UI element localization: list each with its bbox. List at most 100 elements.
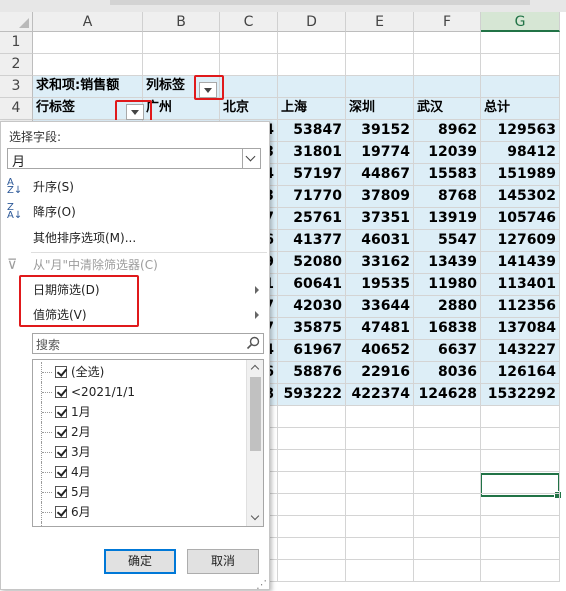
- pivot-value-cell[interactable]: 126164: [481, 362, 560, 384]
- cell-b1[interactable]: [143, 32, 220, 54]
- sort-ascending-item[interactable]: A Z↓ 升序(S): [1, 176, 269, 198]
- filter-list-item[interactable]: 2月: [33, 422, 245, 442]
- row-header-2[interactable]: 2: [0, 54, 33, 76]
- cell-e1[interactable]: [346, 32, 414, 54]
- pivot-value-cell[interactable]: 422374: [346, 384, 414, 406]
- cancel-button[interactable]: 取消: [187, 549, 259, 574]
- pivot-value-cell[interactable]: 58876: [278, 362, 346, 384]
- pivot-value-cell[interactable]: 98412: [481, 142, 560, 164]
- pivot-value-cell[interactable]: 42030: [278, 296, 346, 318]
- empty-cell[interactable]: [278, 516, 346, 538]
- empty-cell[interactable]: [414, 516, 481, 538]
- pivot-header-guangzhou[interactable]: 广州: [143, 98, 220, 120]
- pivot-value-cell[interactable]: 129563: [481, 120, 560, 142]
- empty-cell[interactable]: [346, 406, 414, 428]
- pivot-value-cell[interactable]: 143227: [481, 340, 560, 362]
- empty-cell[interactable]: [278, 406, 346, 428]
- checkbox-checked-icon[interactable]: [55, 386, 67, 398]
- checkbox-checked-icon[interactable]: [55, 506, 67, 518]
- scroll-up-icon[interactable]: [247, 360, 263, 376]
- checkbox-checked-icon[interactable]: [55, 526, 67, 527]
- column-label-filter-button[interactable]: [199, 82, 217, 98]
- row-header-3[interactable]: 3: [0, 76, 33, 98]
- pivot-value-cell[interactable]: 124628: [414, 384, 481, 406]
- cell-g2[interactable]: [481, 54, 560, 76]
- date-filter-item[interactable]: 日期筛选(D): [1, 279, 269, 301]
- empty-cell[interactable]: [414, 428, 481, 450]
- pivot-value-cell[interactable]: 13919: [414, 208, 481, 230]
- cell-c1[interactable]: [220, 32, 278, 54]
- more-sort-options-item[interactable]: 其他排序选项(M)...: [1, 227, 269, 249]
- empty-cell[interactable]: [481, 406, 560, 428]
- column-header-d[interactable]: D: [278, 12, 346, 32]
- pivot-header-shenzhen[interactable]: 深圳: [346, 98, 414, 120]
- cell-d3[interactable]: [278, 76, 346, 98]
- filter-list-item[interactable]: 4月: [33, 462, 245, 482]
- pivot-value-cell[interactable]: 8962: [414, 120, 481, 142]
- empty-cell[interactable]: [278, 472, 346, 494]
- pivot-value-cell[interactable]: 112356: [481, 296, 560, 318]
- pivot-value-cell[interactable]: 1532292: [481, 384, 560, 406]
- empty-cell[interactable]: [414, 494, 481, 516]
- filter-list-item[interactable]: <2021/1/1: [33, 382, 245, 402]
- checkbox-checked-icon[interactable]: [55, 466, 67, 478]
- list-scrollbar[interactable]: [246, 360, 263, 526]
- pivot-value-cell[interactable]: 8036: [414, 362, 481, 384]
- pivot-value-cell[interactable]: 46031: [346, 230, 414, 252]
- scroll-down-icon[interactable]: [247, 510, 263, 526]
- pivot-value-cell[interactable]: 19535: [346, 274, 414, 296]
- empty-cell[interactable]: [414, 472, 481, 494]
- cell-a1[interactable]: [33, 32, 143, 54]
- empty-cell[interactable]: [346, 494, 414, 516]
- filter-list-item[interactable]: 5月: [33, 482, 245, 502]
- empty-cell[interactable]: [346, 538, 414, 560]
- cell-f2[interactable]: [414, 54, 481, 76]
- cell-d2[interactable]: [278, 54, 346, 76]
- cell-c2[interactable]: [220, 54, 278, 76]
- field-select-dropdown[interactable]: 月: [7, 148, 261, 170]
- column-header-g[interactable]: G: [481, 12, 560, 32]
- pivot-header-shanghai[interactable]: 上海: [278, 98, 346, 120]
- empty-cell[interactable]: [481, 450, 560, 472]
- pivot-value-cell[interactable]: 5547: [414, 230, 481, 252]
- filter-list-item[interactable]: (全选): [33, 362, 245, 382]
- pivot-value-cell[interactable]: 53847: [278, 120, 346, 142]
- empty-cell[interactable]: [346, 450, 414, 472]
- pivot-value-cell[interactable]: 141439: [481, 252, 560, 274]
- cell-f3[interactable]: [414, 76, 481, 98]
- pivot-value-cell[interactable]: 11980: [414, 274, 481, 296]
- sort-descending-item[interactable]: Z A↓ 降序(O): [1, 201, 269, 223]
- chevron-down-icon[interactable]: [242, 149, 260, 168]
- row-header-4[interactable]: 4: [0, 98, 33, 120]
- pivot-value-cell[interactable]: 40652: [346, 340, 414, 362]
- pivot-value-cell[interactable]: 8768: [414, 186, 481, 208]
- cell-e2[interactable]: [346, 54, 414, 76]
- filter-list-item[interactable]: 1月: [33, 402, 245, 422]
- empty-cell[interactable]: [346, 428, 414, 450]
- cell-g3[interactable]: [481, 76, 560, 98]
- filter-list-item[interactable]: 6月: [33, 502, 245, 522]
- pivot-header-total[interactable]: 总计: [481, 98, 560, 120]
- scroll-thumb[interactable]: [250, 377, 261, 451]
- checkbox-checked-icon[interactable]: [55, 486, 67, 498]
- pivot-value-cell[interactable]: 12039: [414, 142, 481, 164]
- empty-cell[interactable]: [278, 538, 346, 560]
- pivot-header-wuhan[interactable]: 武汉: [414, 98, 481, 120]
- filter-search-input[interactable]: 搜索: [32, 333, 264, 354]
- empty-cell[interactable]: [481, 472, 560, 494]
- clear-filter-item[interactable]: ⊽ 从"月"中清除筛选器(C): [1, 254, 269, 276]
- value-filter-item[interactable]: 值筛选(V): [1, 304, 269, 326]
- pivot-value-cell[interactable]: 15583: [414, 164, 481, 186]
- empty-cell[interactable]: [278, 560, 346, 582]
- column-header-e[interactable]: E: [346, 12, 414, 32]
- column-header-c[interactable]: C: [220, 12, 278, 32]
- pivot-value-cell[interactable]: 31801: [278, 142, 346, 164]
- empty-cell[interactable]: [278, 428, 346, 450]
- checkbox-checked-icon[interactable]: [55, 366, 67, 378]
- pivot-value-cell[interactable]: 37809: [346, 186, 414, 208]
- row-header-1[interactable]: 1: [0, 32, 33, 54]
- pivot-header-beijing[interactable]: 北京: [220, 98, 278, 120]
- cell-a2[interactable]: [33, 54, 143, 76]
- pivot-value-cell[interactable]: 33644: [346, 296, 414, 318]
- checkbox-checked-icon[interactable]: [55, 406, 67, 418]
